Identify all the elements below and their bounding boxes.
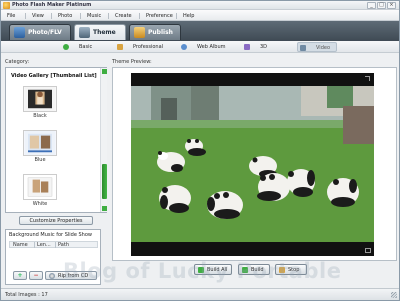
category-list: Video Gallery [Thumbnail List] Black Blu… xyxy=(5,67,107,213)
3d-icon xyxy=(244,44,250,50)
subtab-3d-label: 3D xyxy=(260,44,268,50)
window-title: Photo Flash Maker Platinum xyxy=(12,2,92,8)
menu-file[interactable]: File xyxy=(7,13,15,19)
remove-music-button[interactable]: − xyxy=(29,271,43,280)
subtab-web-album[interactable]: Web Album xyxy=(179,42,231,52)
menu-separator xyxy=(80,13,81,19)
rip-from-cd-button[interactable]: Rip from CD xyxy=(45,271,97,280)
theme-thumb-white-image xyxy=(23,174,57,200)
tab-photo-flv-label: Photo/FLV xyxy=(28,29,62,36)
sub-tab-bar: Basic Professional Web Album 3D Video xyxy=(1,41,399,53)
subtab-basic-label: Basic xyxy=(79,44,93,50)
menu-preference[interactable]: Preference xyxy=(146,13,173,19)
scroll-thumb[interactable] xyxy=(102,164,107,199)
menu-separator xyxy=(139,13,140,19)
theme-thumb-blue[interactable]: Blue xyxy=(23,130,57,170)
category-label: Category: xyxy=(5,59,30,65)
close-button[interactable]: × xyxy=(387,2,396,9)
theme-thumb-blue-image xyxy=(23,130,57,156)
preview-photo-pandas xyxy=(131,86,374,242)
subtab-professional[interactable]: Professional xyxy=(115,42,165,52)
tab-publish[interactable]: Publish xyxy=(129,24,181,40)
theme-thumb-black-image xyxy=(23,86,57,112)
scroll-down-arrow-icon[interactable] xyxy=(102,206,107,211)
menu-separator xyxy=(51,13,52,19)
menu-create[interactable]: Create xyxy=(115,13,132,19)
app-logo-icon xyxy=(3,2,10,9)
background-music-title: Background Music for Slide Show xyxy=(9,232,92,238)
title-bar: Photo Flash Maker Platinum _ □ × xyxy=(1,1,399,10)
menu-view[interactable]: View xyxy=(32,13,44,19)
photo-icon xyxy=(14,27,25,38)
build-label: Build xyxy=(251,267,264,273)
build-all-label: Build All xyxy=(207,267,228,273)
build-button[interactable]: Build xyxy=(238,264,270,275)
col-name[interactable]: Name xyxy=(13,242,28,248)
rip-from-cd-label: Rip from CD xyxy=(58,273,89,279)
theme-thumb-white-label: White xyxy=(32,201,48,207)
menu-separator xyxy=(25,13,26,19)
professional-icon xyxy=(117,44,123,50)
gallery-header: Video Gallery [Thumbnail List] xyxy=(11,73,97,79)
stop-label: Stop xyxy=(288,267,300,273)
music-list-header: Name Len... Path xyxy=(9,241,98,248)
stop-button[interactable]: Stop xyxy=(275,264,307,275)
subtab-3d[interactable]: 3D xyxy=(242,42,272,52)
publish-icon xyxy=(134,27,145,38)
scroll-up-arrow-icon[interactable] xyxy=(102,69,107,74)
status-bar: Total Images : 17 xyxy=(1,288,399,300)
video-player-frame xyxy=(131,73,374,256)
web-album-icon xyxy=(181,44,187,50)
col-length[interactable]: Len... xyxy=(37,242,51,248)
tab-publish-label: Publish xyxy=(148,29,173,36)
theme-thumb-black-label: Black xyxy=(33,113,47,119)
main-tab-bar: Photo/FLV Theme Publish xyxy=(1,21,399,41)
subtab-professional-label: Professional xyxy=(133,44,164,50)
maximize-button[interactable]: □ xyxy=(377,2,386,9)
basic-icon xyxy=(63,44,69,50)
subtab-web-album-label: Web Album xyxy=(197,44,226,50)
total-images-status: Total Images : 17 xyxy=(5,292,48,298)
tab-theme-label: Theme xyxy=(93,29,116,36)
category-scrollbar[interactable] xyxy=(100,68,107,212)
menu-bar: File View Photo Music Create Preference … xyxy=(1,10,399,21)
tab-photo-flv[interactable]: Photo/FLV xyxy=(9,24,71,40)
fullscreen-icon[interactable] xyxy=(365,248,371,253)
minimize-button[interactable]: _ xyxy=(367,2,376,9)
build-icon xyxy=(242,267,248,273)
cd-icon xyxy=(49,273,55,279)
tab-theme[interactable]: Theme xyxy=(74,24,126,40)
subtab-basic[interactable]: Basic xyxy=(61,42,101,52)
app-window: Photo Flash Maker Platinum _ □ × File Vi… xyxy=(0,0,400,301)
video-icon xyxy=(300,45,306,51)
build-all-button[interactable]: Build All xyxy=(194,264,232,275)
add-music-button[interactable]: + xyxy=(13,271,27,280)
customize-properties-button[interactable]: Customize Properties xyxy=(19,216,93,225)
next-arrow-icon[interactable] xyxy=(365,76,370,81)
col-divider xyxy=(55,242,56,248)
theme-preview-area xyxy=(112,67,397,261)
resize-grip-icon[interactable] xyxy=(391,292,397,298)
menu-help[interactable]: Help xyxy=(183,13,194,19)
col-path[interactable]: Path xyxy=(58,242,69,248)
menu-photo[interactable]: Photo xyxy=(58,13,72,19)
subtab-video-label: Video xyxy=(316,45,331,51)
theme-icon xyxy=(79,27,90,38)
theme-thumb-black[interactable]: Black xyxy=(23,86,57,126)
subtab-video[interactable]: Video xyxy=(297,42,337,52)
theme-thumb-white[interactable]: White xyxy=(23,174,57,214)
menu-separator xyxy=(176,13,177,19)
theme-preview-label: Theme Preview: xyxy=(112,59,152,65)
menu-music[interactable]: Music xyxy=(87,13,101,19)
col-divider xyxy=(34,242,35,248)
theme-thumb-blue-label: Blue xyxy=(34,157,46,163)
build-all-icon xyxy=(198,267,204,273)
stop-icon xyxy=(279,267,285,273)
customize-properties-label: Customize Properties xyxy=(29,218,83,224)
menu-separator xyxy=(108,13,109,19)
